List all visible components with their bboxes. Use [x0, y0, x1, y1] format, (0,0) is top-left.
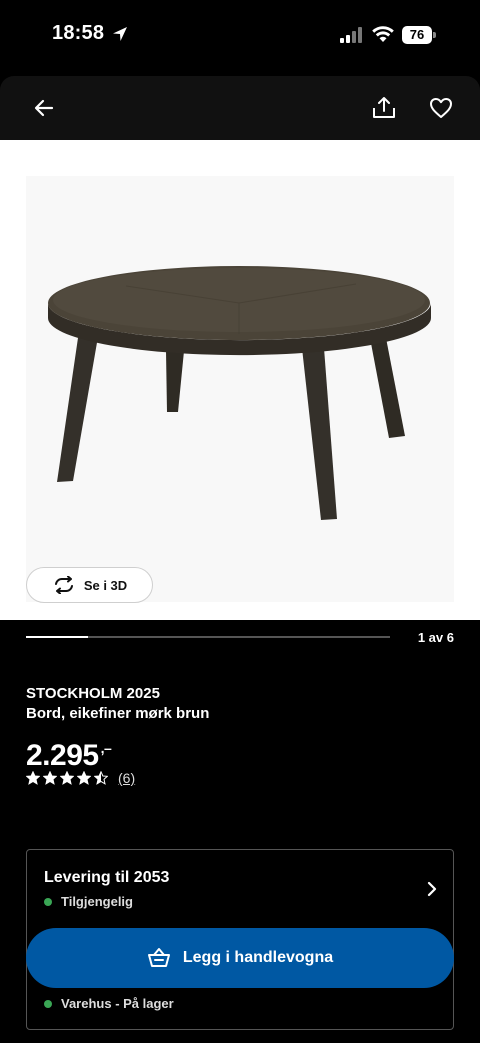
delivery-row[interactable]: Levering til 2053 Tilgjengelig [27, 850, 453, 928]
carousel-progress-fill [26, 636, 88, 638]
delivery-status: Tilgjengelig [44, 894, 133, 909]
product-image-frame [26, 176, 454, 602]
heart-icon [430, 98, 452, 118]
chevron-right-icon [427, 881, 437, 897]
store-status-dot [44, 999, 52, 1008]
arrow-left-icon [34, 99, 54, 117]
delivery-status-label: Tilgjengelig [61, 894, 133, 909]
share-icon [373, 97, 395, 118]
star-icon [60, 771, 74, 785]
star-rating [26, 771, 108, 785]
view-in-3d-label: Se i 3D [83, 577, 128, 593]
view-in-3d-button[interactable]: Se i 3D [26, 567, 153, 603]
rating-row: (6) [26, 770, 135, 786]
top-navigation [0, 76, 480, 140]
delivery-status-dot [44, 897, 52, 906]
product-image [48, 266, 431, 520]
star-icon [43, 771, 57, 785]
star-icon [77, 771, 91, 785]
cellular-signal-icon [340, 27, 362, 43]
product-name: STOCKHOLM 2025 [26, 685, 160, 702]
favourite-button[interactable] [427, 94, 455, 122]
product-info: STOCKHOLM 2025 Bord, eikefiner mørk brun… [26, 684, 456, 774]
store-status-label: Varehus - På lager [61, 996, 174, 1011]
carousel-progress-track [26, 636, 390, 638]
price-value: 2.295 [26, 739, 99, 772]
battery-indicator: 76 [402, 26, 436, 44]
back-button[interactable] [30, 94, 58, 122]
price-suffix: ,– [100, 740, 112, 756]
review-count-link[interactable]: (6) [118, 770, 135, 786]
location-arrow-icon [113, 27, 127, 41]
image-counter: 1 av 6 [417, 630, 454, 645]
wifi-icon [372, 26, 394, 42]
shopping-basket-icon [147, 948, 170, 967]
add-to-cart-label: Legg i handlevogna [182, 949, 334, 966]
star-icon [94, 771, 108, 785]
product-price: 2.295 ,– [26, 730, 456, 774]
star-icon [26, 771, 40, 785]
status-bar: 18:58 76 [0, 0, 480, 70]
image-carousel-indicator: 1 av 6 [0, 620, 480, 660]
store-stock-status: Varehus - På lager [44, 996, 174, 1011]
rotate-3d-icon [54, 576, 73, 594]
product-description: Bord, eikefiner mørk brun [26, 705, 210, 722]
add-to-cart-button[interactable]: Legg i handlevogna [26, 928, 454, 988]
status-time: 18:58 [52, 22, 105, 44]
battery-level: 76 [402, 26, 432, 44]
delivery-title: Levering til 2053 [44, 869, 170, 886]
product-image-gallery[interactable]: Se i 3D [0, 140, 480, 620]
share-button[interactable] [370, 94, 398, 122]
